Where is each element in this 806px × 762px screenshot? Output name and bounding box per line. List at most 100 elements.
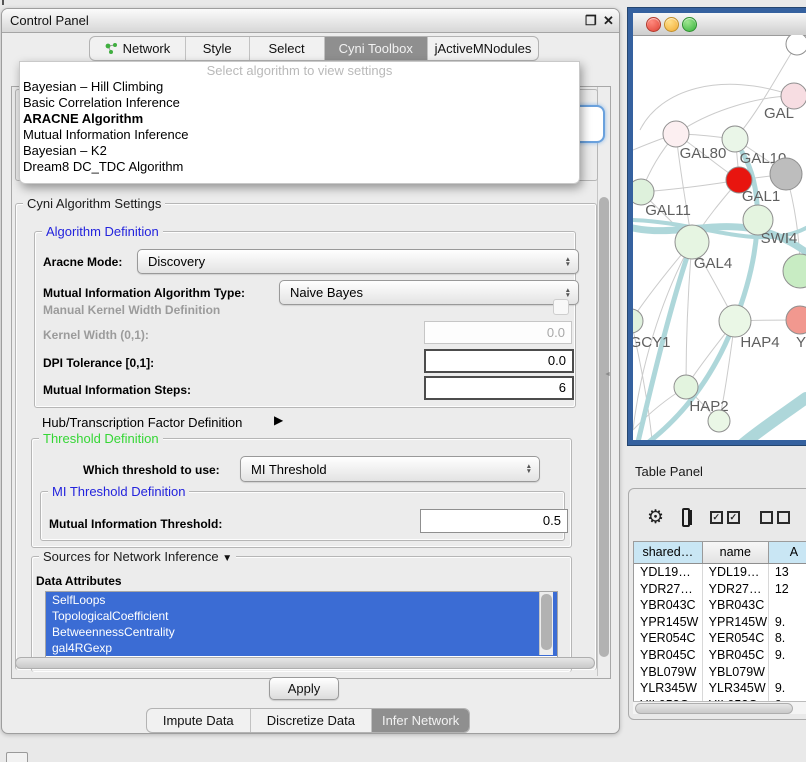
algorithm-option-basic-correlation-inference[interactable]: Basic Correlation Inference <box>20 95 579 111</box>
column-header-a[interactable]: A <box>769 542 806 563</box>
node-bottom[interactable] <box>708 410 730 432</box>
table-cell: YLR345W <box>634 680 703 697</box>
node-gal80[interactable] <box>663 121 689 147</box>
network-window-titlebar[interactable] <box>633 13 806 36</box>
tab-jactivemnodules[interactable]: jActiveMNodules <box>428 37 538 60</box>
tab-discretize-data[interactable]: Discretize Data <box>251 709 373 732</box>
table-row[interactable]: YPR145WYPR145W9. <box>634 614 806 631</box>
node-top-partial[interactable] <box>786 35 806 55</box>
hub-definition-label[interactable]: Hub/Transcription Factor Definition <box>42 415 242 430</box>
close-panel-icon[interactable]: ✕ <box>603 9 614 32</box>
table-horizontal-scrollbar[interactable] <box>633 701 806 714</box>
node-gcy1-label: GCY1 <box>633 334 670 351</box>
table-cell: YDR27… <box>634 581 703 598</box>
node-gal4[interactable] <box>675 225 709 259</box>
stepper-arrows-icon: ▲▼ <box>526 457 532 481</box>
settings-horizontal-scrollbar[interactable] <box>15 657 595 669</box>
expand-triangle-icon[interactable]: ▶ <box>274 413 283 427</box>
node-salmon[interactable] <box>786 306 806 334</box>
table-row[interactable]: YBR043CYBR043C <box>634 597 806 614</box>
network-view-window[interactable]: GALGAL80GAL10GAL1GAL11SWI4GAL4GCY1HAP4YH… <box>628 8 806 445</box>
algorithm-definition-legend: Algorithm Definition <box>42 224 163 239</box>
panel-splitter-handle[interactable]: ◄ <box>604 371 611 379</box>
tab-impute-data-label: Impute Data <box>163 713 234 728</box>
mi-type-select[interactable]: Naive Bayes ▲▼ <box>279 280 579 305</box>
column-header-shared[interactable]: shared… <box>634 542 703 563</box>
node-swi4-label: SWI4 <box>761 230 798 247</box>
table-row[interactable]: YDR27…YDR27…12 <box>634 581 806 598</box>
attribute-topologicalcoefficient[interactable]: TopologicalCoefficient <box>46 608 557 624</box>
tab-impute-data[interactable]: Impute Data <box>147 709 251 732</box>
column-header-name[interactable]: name <box>703 542 769 563</box>
table-row[interactable]: YLR345WYLR345W9. <box>634 680 806 697</box>
algorithm-option-bayesian-k2[interactable]: Bayesian – K2 <box>20 143 579 159</box>
minimize-window-button[interactable] <box>664 17 679 32</box>
tab-cyni-toolbox[interactable]: Cyni Toolbox <box>325 37 428 60</box>
table-row[interactable]: YDL19…YDL19…13 <box>634 564 806 581</box>
node-hap2[interactable] <box>674 375 698 399</box>
table-cell: YBL079W <box>703 664 769 681</box>
table-row[interactable]: YBL079WYBL079W <box>634 664 806 681</box>
scrollbar-thumb[interactable] <box>635 703 793 714</box>
kernel-width-field[interactable]: 0.0 <box>424 321 572 344</box>
table-cell: YDL19… <box>703 564 769 581</box>
mi-threshold-field[interactable]: 0.5 <box>420 509 568 533</box>
attribute-selfloops[interactable]: SelfLoops <box>46 592 557 608</box>
table-cell <box>769 597 806 614</box>
deselect-all-icon[interactable] <box>756 511 790 524</box>
algorithm-option-aracne-algorithm[interactable]: ARACNE Algorithm <box>20 111 579 127</box>
close-window-button[interactable] <box>646 17 661 32</box>
table-cell: 9. <box>769 680 806 697</box>
attribute-betweennesscentrality[interactable]: BetweennessCentrality <box>46 624 557 640</box>
control-panel-titlebar[interactable]: Control Panel ❐ ✕ <box>2 9 619 33</box>
attribute-gal4rgexp[interactable]: gal4RGexp <box>46 640 557 656</box>
table-cell: 8. <box>769 630 806 647</box>
node-hap4[interactable] <box>719 305 751 337</box>
table-row[interactable]: YER054CYER054C8. <box>634 630 806 647</box>
mi-steps-field[interactable]: 6 <box>424 376 574 400</box>
tab-cyni-toolbox-label: Cyni Toolbox <box>339 41 413 56</box>
control-panel-tabbar: Network StyleSelect Cyni Toolbox jActiveMNo… <box>89 36 539 61</box>
node-gcy1[interactable] <box>633 309 643 333</box>
scrollbar-thumb[interactable] <box>599 197 609 657</box>
apply-button[interactable]: Apply <box>269 677 339 700</box>
zoom-window-button[interactable] <box>682 17 697 32</box>
manual-kernel-checkbox[interactable] <box>553 299 569 315</box>
algorithm-option-mutual-information-inference[interactable]: Mutual Information Inference <box>20 127 579 143</box>
settings-vertical-scrollbar[interactable] <box>597 87 610 676</box>
gear-icon[interactable]: ⚙ <box>647 506 664 529</box>
mi-steps-label: Mutual Information Steps: <box>43 383 191 397</box>
tab-style[interactable]: Style <box>186 37 250 60</box>
algorithm-prompt: Select algorithm to view settings <box>20 62 579 79</box>
aracne-mode-select[interactable]: Discovery ▲▼ <box>137 249 579 274</box>
node-hap4-label: HAP4 <box>740 334 779 351</box>
tab-network[interactable]: Network <box>90 37 186 60</box>
algorithm-option-dream8-dc-tdc-algorithm[interactable]: Dream8 DC_TDC Algorithm <box>20 159 579 175</box>
tab-infer-network[interactable]: Infer Network <box>372 709 469 732</box>
dpi-tolerance-field[interactable]: 0.0 <box>424 349 574 373</box>
tab-discretize-data-label: Discretize Data <box>267 713 355 728</box>
node-gal10[interactable] <box>722 126 748 152</box>
node-gray[interactable] <box>770 158 802 190</box>
scrollbar-thumb[interactable] <box>541 594 552 650</box>
network-canvas[interactable]: GALGAL80GAL10GAL1GAL11SWI4GAL4GCY1HAP4YH… <box>633 35 806 440</box>
collapse-triangle-icon[interactable]: ▼ <box>222 553 232 564</box>
float-panel-icon[interactable]: ❐ <box>585 9 597 32</box>
tab-select[interactable]: Select <box>250 37 325 60</box>
table-cell: YPR145W <box>634 614 703 631</box>
select-all-icon[interactable]: ✓✓ <box>706 511 740 524</box>
table-cell: YLR345W <box>703 680 769 697</box>
tab-network-label: Network <box>123 41 171 56</box>
table-cell: 9. <box>769 647 806 664</box>
column-layout-icon[interactable] <box>682 508 690 527</box>
data-attributes-list[interactable]: SelfLoopsTopologicalCoefficientBetweenne… <box>45 591 558 658</box>
table-cell: YBR045C <box>703 647 769 664</box>
attributes-scrollbar[interactable] <box>539 592 553 655</box>
node-green-right[interactable] <box>783 254 806 288</box>
algorithm-option-bayesian-hill-climbing[interactable]: Bayesian – Hill Climbing <box>20 79 579 95</box>
table-cell: YDR27… <box>703 581 769 598</box>
algorithm-dropdown-popup: Select algorithm to view settings Bayesi… <box>19 61 580 184</box>
table-row[interactable]: YBR045CYBR045C9. <box>634 647 806 664</box>
table-cell: YBL079W <box>634 664 703 681</box>
which-threshold-select[interactable]: MI Threshold ▲▼ <box>240 456 540 482</box>
